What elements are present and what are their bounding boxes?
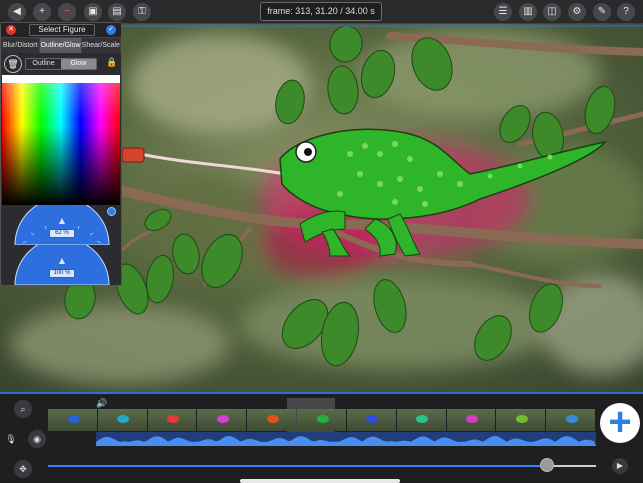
- figure-marker: [316, 415, 329, 423]
- frame-thumbnail[interactable]: [346, 409, 396, 431]
- opacity-gauge: [14, 245, 110, 285]
- tab-blur-distort[interactable]: Blur/Distort: [1, 38, 41, 53]
- color-picker[interactable]: [2, 83, 120, 205]
- figure-marker: [266, 415, 279, 423]
- remove-icon[interactable]: −: [58, 3, 76, 21]
- back-icon[interactable]: ◀: [8, 3, 26, 21]
- key-icon[interactable]: ⚿: [133, 3, 151, 21]
- frame-strip[interactable]: [48, 409, 596, 431]
- microphone-icon[interactable]: 🎙: [2, 430, 20, 448]
- frame-readout[interactable]: frame: 313, 31.20 / 34.00 s: [260, 2, 382, 21]
- frame-thumbnail[interactable]: [197, 409, 247, 431]
- select-figure-button[interactable]: Select Figure: [29, 24, 95, 36]
- tab-outline-glow[interactable]: Outline/Glow: [40, 38, 82, 53]
- add-frame-button[interactable]: +: [600, 402, 640, 443]
- top-toolbar: ◀ + − ▣ ▤ ⚿ frame: 313, 31.20 / 34.00 s …: [0, 0, 643, 24]
- figure-effects-panel: ✕ Select Figure ✓ Blur/Distort Outline/G…: [0, 22, 122, 286]
- wrench-icon[interactable]: ✎: [593, 3, 611, 21]
- figure-marker: [117, 415, 130, 423]
- opacity-dial[interactable]: Opacity 100 %: [1, 245, 121, 285]
- outline-option[interactable]: Outline: [26, 59, 61, 69]
- add-icon[interactable]: +: [33, 3, 51, 21]
- panel-header: ✕ Select Figure ✓: [1, 23, 121, 37]
- gear-icon[interactable]: ⚙: [568, 3, 586, 21]
- opacity-value: 100 %: [49, 269, 75, 278]
- frame-thumbnail[interactable]: [496, 409, 546, 431]
- frame-thumbnail[interactable]: [546, 409, 595, 431]
- amount-dial[interactable]: Amount 62 %: [1, 205, 121, 245]
- mode-row: 🗑 Outline Glow 🔒: [1, 53, 121, 75]
- lock-icon[interactable]: 🔒: [106, 57, 117, 69]
- help-icon[interactable]: ?: [617, 3, 635, 21]
- confirm-icon[interactable]: ✓: [106, 25, 116, 35]
- figure-marker: [67, 415, 80, 423]
- tab-shear-scale[interactable]: Shear/Scale: [81, 38, 122, 53]
- figure-marker: [565, 415, 578, 423]
- close-icon[interactable]: ✕: [6, 25, 16, 35]
- frame-thumbnail[interactable]: [297, 409, 346, 431]
- figure-marker: [167, 415, 180, 423]
- trash-icon[interactable]: 🗑: [4, 55, 22, 73]
- figure-marker: [216, 415, 229, 423]
- layers-icon[interactable]: ◫: [543, 3, 561, 21]
- clipboard-icon[interactable]: ▥: [519, 3, 537, 21]
- frame-thumbnail[interactable]: [247, 409, 297, 431]
- search-icon[interactable]: ⌕: [14, 400, 32, 418]
- speaker-icon[interactable]: 🔊: [96, 398, 107, 409]
- glow-option[interactable]: Glow: [61, 59, 96, 69]
- settings-sliders-icon[interactable]: ☰: [494, 3, 512, 21]
- frame-thumbnail[interactable]: [97, 409, 147, 431]
- play-icon[interactable]: ▶: [612, 458, 628, 474]
- camera-icon[interactable]: ▣: [84, 3, 102, 21]
- time-scrubber[interactable]: [48, 465, 596, 467]
- frame-thumbnail[interactable]: [48, 409, 97, 431]
- record-icon[interactable]: ◉: [28, 430, 46, 448]
- effect-tabs: Blur/Distort Outline/Glow Shear/Scale: [1, 37, 122, 53]
- scrubber-knob[interactable]: [539, 458, 554, 472]
- frame-thumbnail[interactable]: [396, 409, 446, 431]
- figure-marker: [366, 415, 379, 423]
- audio-waveform[interactable]: [96, 432, 596, 446]
- film-icon[interactable]: ▤: [108, 3, 126, 21]
- fit-timeline-icon[interactable]: ✥: [14, 460, 32, 478]
- figure-marker: [466, 415, 479, 423]
- frame-thumbnail[interactable]: [147, 409, 197, 431]
- figure-marker: [515, 415, 528, 423]
- figure-marker: [416, 415, 429, 423]
- frame-thumbnail[interactable]: [446, 409, 496, 431]
- home-indicator: [240, 479, 400, 483]
- amount-value: 62 %: [49, 229, 75, 238]
- amount-gauge: [14, 205, 110, 245]
- selected-color-swatch[interactable]: [2, 75, 120, 83]
- timeline-panel: ⌕ 🎙 ◉ ✥ 🔊 ▶ +: [0, 392, 643, 483]
- mode-segmented-control: Outline Glow: [25, 58, 97, 70]
